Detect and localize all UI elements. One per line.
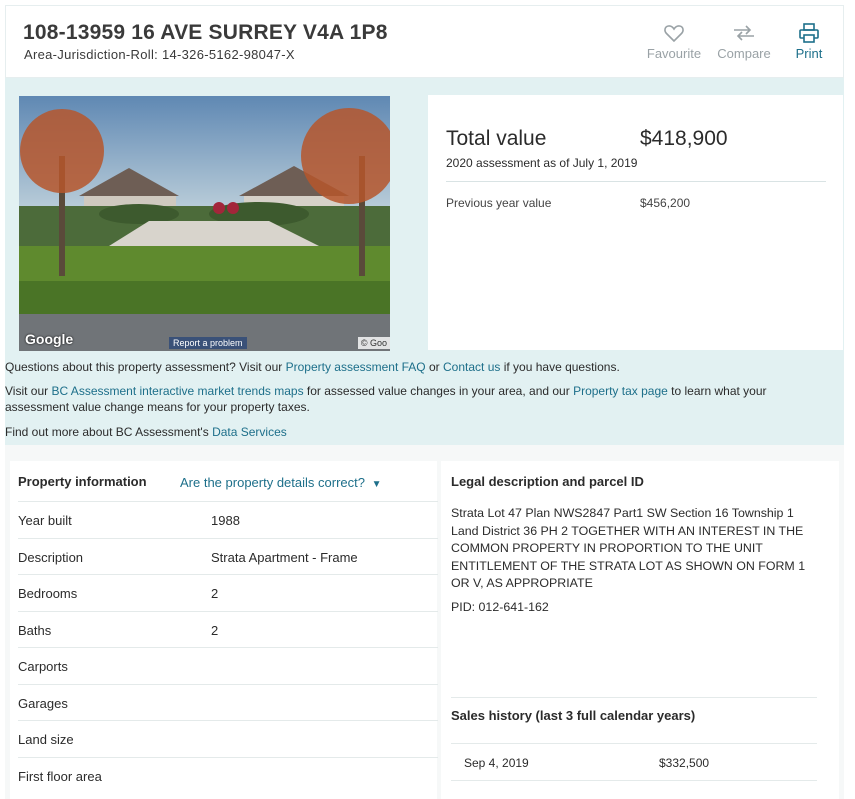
property-information-panel: Property information Are the property de…: [10, 461, 438, 799]
previous-value-label: Previous year value: [446, 196, 552, 210]
previous-value-amount: $456,200: [640, 196, 691, 210]
compare-label: Compare: [717, 46, 771, 61]
property-key: Bedrooms: [18, 586, 78, 601]
property-value: 1988: [211, 513, 240, 528]
property-header: 108-13959 16 AVE SURREY V4A 1P8 Area-Jur…: [5, 5, 844, 78]
property-row-garages: Garages: [18, 684, 438, 720]
trends-line-end: to learn what your: [667, 384, 767, 398]
property-key: Carports: [18, 659, 68, 674]
report-problem-link[interactable]: Report a problem: [169, 337, 247, 349]
property-key: Land size: [18, 732, 74, 747]
property-key: First floor area: [18, 769, 102, 784]
market-trends-link[interactable]: BC Assessment interactive market trends …: [51, 384, 303, 398]
printer-icon: [799, 23, 819, 43]
property-tax-link[interactable]: Property tax page: [573, 384, 668, 398]
property-address: 108-13959 16 AVE SURREY V4A 1P8: [23, 21, 388, 44]
property-key: Description: [18, 550, 84, 565]
data-services-link[interactable]: Data Services: [212, 425, 287, 439]
trends-line-text: Visit our: [5, 384, 52, 398]
property-value: Strata Apartment - Frame: [211, 550, 358, 565]
trends-line-mid: for assessed value changes in your area,…: [303, 384, 574, 398]
property-row-carports: Carports: [18, 647, 438, 683]
details-correct-dropdown[interactable]: Are the property details correct? ▼: [180, 475, 382, 490]
property-row-bedrooms: Bedrooms 2: [18, 574, 438, 610]
legal-description-text: Strata Lot 47 Plan NWS2847 Part1 SW Sect…: [451, 506, 806, 591]
favourite-label: Favourite: [646, 46, 702, 61]
faq-line-end: if you have questions.: [500, 360, 620, 374]
contact-us-link[interactable]: Contact us: [443, 360, 500, 374]
assessment-date: 2020 assessment as of July 1, 2019: [446, 156, 638, 170]
property-row-year-built: Year built 1988: [18, 501, 438, 537]
faq-link[interactable]: Property assessment FAQ: [286, 360, 426, 374]
details-correct-label: Are the property details correct?: [180, 475, 365, 490]
faq-line-text: Questions about this property assessment…: [5, 360, 286, 374]
data-services-line: Find out more about BC Assessment's Data…: [5, 424, 840, 440]
favourite-button[interactable]: Favourite: [642, 20, 706, 61]
property-row-first-floor-area: First floor area: [18, 757, 438, 793]
sales-history-heading: Sales history (last 3 full calendar year…: [451, 708, 696, 723]
legal-heading: Legal description and parcel ID: [451, 474, 644, 489]
street-view-photo[interactable]: Google Report a problem © Goo: [19, 96, 390, 351]
property-row-description: Description Strata Apartment - Frame: [18, 538, 438, 574]
roll-number: Area-Jurisdiction-Roll: 14-326-5162-9804…: [24, 47, 295, 62]
property-row-baths: Baths 2: [18, 611, 438, 647]
faq-line-or: or: [425, 360, 443, 374]
property-details-section: Property information Are the property de…: [5, 445, 844, 799]
compare-arrows-icon: [734, 25, 754, 41]
trends-line: Visit our BC Assessment interactive mark…: [5, 383, 840, 415]
legal-divider: [451, 697, 817, 698]
print-label: Print: [795, 46, 823, 61]
property-value: 2: [211, 586, 219, 601]
compare-button[interactable]: Compare: [712, 20, 776, 61]
property-info-heading: Property information: [18, 474, 147, 489]
property-key: Garages: [18, 696, 68, 711]
google-logo: Google: [25, 331, 74, 347]
trends-line-continued: assessment value change means for your p…: [5, 400, 310, 414]
value-divider: [446, 181, 826, 182]
value-card: Total value $418,900 2020 assessment as …: [428, 95, 843, 350]
data-services-text: Find out more about BC Assessment's: [5, 425, 213, 439]
property-key: Year built: [18, 513, 72, 528]
property-row-land-size: Land size: [18, 720, 438, 756]
total-value-label: Total value: [446, 127, 547, 150]
sale-price: $332,500: [659, 756, 710, 770]
property-key: Baths: [18, 623, 52, 638]
street-view-image: [19, 96, 390, 351]
sales-history-row: Sep 4, 2019 $332,500: [451, 743, 817, 781]
faq-line: Questions about this property assessment…: [5, 359, 840, 375]
legal-description-panel: Legal description and parcel ID Strata L…: [441, 461, 839, 799]
sale-date: Sep 4, 2019: [464, 756, 529, 770]
print-button[interactable]: Print: [786, 20, 832, 61]
caret-down-icon: ▼: [371, 479, 382, 490]
parcel-id: PID: 012-641-162: [451, 600, 549, 614]
total-value-amount: $418,900: [640, 127, 728, 150]
map-copyright: © Goo: [357, 337, 390, 349]
assessment-summary: Google Report a problem © Goo Total valu…: [5, 78, 844, 445]
heart-icon: [664, 25, 684, 43]
property-value: 2: [211, 623, 219, 638]
